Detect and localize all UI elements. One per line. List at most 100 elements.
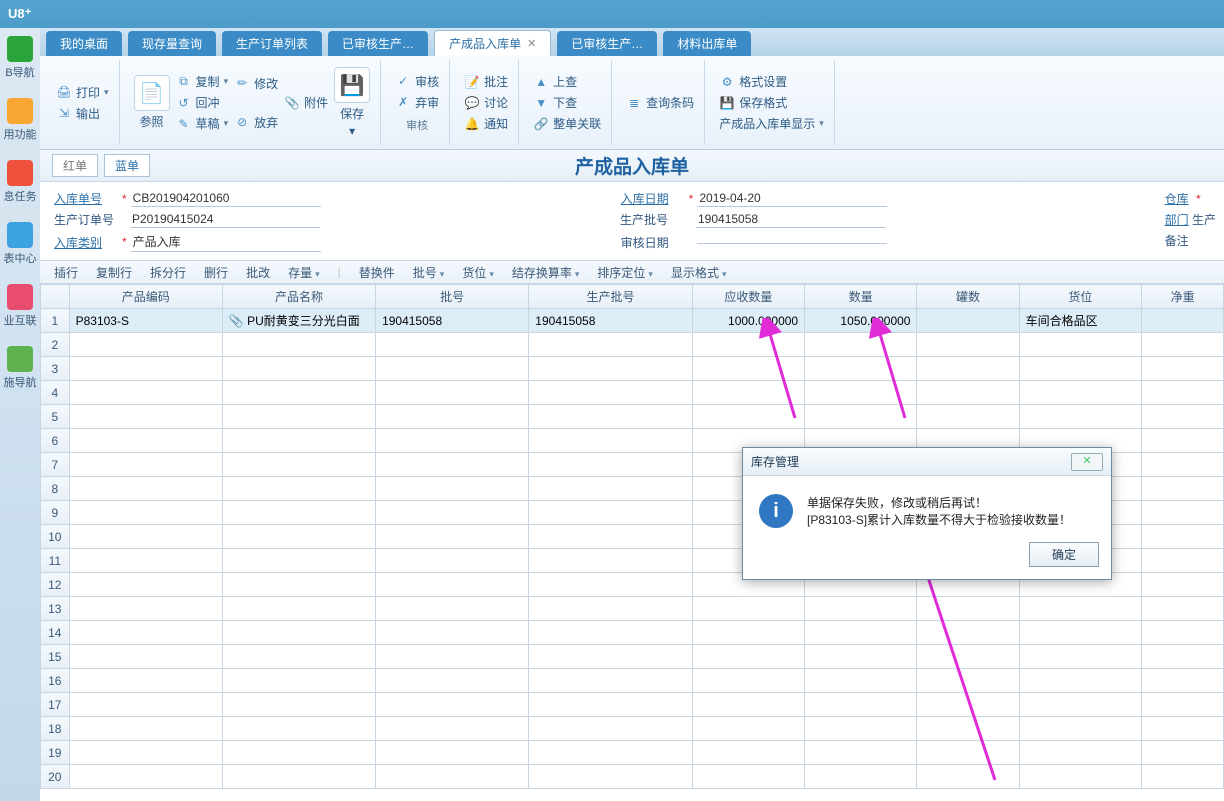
tb-replace[interactable]: 替换件 [359, 264, 395, 281]
up-icon: ▲ [533, 74, 549, 90]
col-cans[interactable]: 罐数 [917, 285, 1019, 309]
col-recv-qty[interactable]: 应收数量 [692, 285, 804, 309]
tb-copy-row[interactable]: 复制行 [96, 264, 132, 281]
save-format-button[interactable]: 💾保存格式 [719, 94, 824, 111]
tb-insert-row[interactable]: 插行 [54, 264, 78, 281]
ribbon: 🖨打印▾ ⇲输出 📄参照 ⧉复制▾ ↺回冲 ✎草稿▾ ✏修改 ⊘放弃 📎附件 [40, 56, 1224, 150]
down-icon: ▼ [533, 95, 549, 111]
mail-icon [7, 160, 33, 186]
type-label[interactable]: 入库类别 [54, 234, 118, 251]
notify-button[interactable]: 🔔通知 [464, 115, 508, 132]
tab-audited-prod-1[interactable]: 已审核生产… [328, 31, 428, 56]
draft-button[interactable]: ✎草稿▾ [176, 115, 229, 132]
subtab-red[interactable]: 红单 [52, 154, 98, 177]
tb-stock[interactable]: 存量▾ [288, 264, 320, 281]
tab-material-out[interactable]: 材料出库单 [663, 31, 751, 56]
attach-button[interactable]: 📎附件 [284, 94, 328, 111]
type-value[interactable]: 产品入库 [131, 232, 321, 252]
tab-desktop[interactable]: 我的桌面 [46, 31, 122, 56]
prev-button[interactable]: ▲上查 [533, 73, 601, 90]
dialog-ok-button[interactable]: 确定 [1029, 542, 1099, 567]
batch-audit-button[interactable]: 📝批注 [464, 73, 508, 90]
col-net[interactable]: 净重 [1142, 285, 1224, 309]
sidebar-report[interactable]: 表中心 [4, 222, 37, 266]
table-row[interactable]: 5 [41, 405, 1224, 429]
query-barcode-button[interactable]: ≣查询条码 [626, 94, 694, 111]
subtab-blue[interactable]: 蓝单 [104, 154, 150, 177]
in-no-value[interactable]: CB201904201060 [131, 190, 321, 207]
col-qty[interactable]: 数量 [805, 285, 917, 309]
date-value[interactable]: 2019-04-20 [697, 190, 887, 207]
format-set-button[interactable]: ⚙格式设置 [719, 73, 824, 90]
sidebar-fav[interactable]: 用功能 [4, 98, 37, 142]
table-row[interactable]: 16 [41, 669, 1224, 693]
tab-audited-prod-2[interactable]: 已审核生产… [557, 31, 657, 56]
tb-split-row[interactable]: 拆分行 [150, 264, 186, 281]
table-row[interactable]: 17 [41, 693, 1224, 717]
info-icon: i [759, 494, 793, 528]
sidebar-nav[interactable]: B导航 [5, 36, 34, 80]
warehouse-label[interactable]: 仓库 [1165, 192, 1189, 206]
dialog-close-button[interactable]: ✕ [1071, 453, 1103, 471]
tb-delete-row[interactable]: 删行 [204, 264, 228, 281]
output-button[interactable]: ⇲输出 [56, 105, 109, 122]
sidebar-biz[interactable]: 业互联 [4, 284, 37, 328]
discuss-button[interactable]: 💬讨论 [464, 94, 508, 111]
table-row[interactable]: 14 [41, 621, 1224, 645]
in-no-label[interactable]: 入库单号 [54, 190, 118, 207]
form-area: 入库单号*CB201904201060 入库日期*2019-04-20 生产订单… [40, 182, 1224, 260]
chat-icon: 💬 [464, 95, 480, 111]
table-row[interactable]: 13 [41, 597, 1224, 621]
whole-button[interactable]: 🔗整单关联 [533, 115, 601, 132]
reference-button[interactable]: 📄参照 [134, 75, 170, 130]
page-title: 产成品入库单 [575, 152, 689, 179]
titlebar: U8⁺ [0, 0, 1224, 28]
copy-button[interactable]: ⧉复制▾ [176, 73, 229, 90]
save-button[interactable]: 💾保存▾ [334, 67, 370, 138]
tb-lot[interactable]: 批号▾ [413, 264, 445, 281]
tab-finished-goods-in[interactable]: 产成品入库单✕ [434, 30, 551, 56]
display-set-button[interactable]: 产成品入库单显示▾ [719, 115, 824, 132]
col-code[interactable]: 产品编码 [69, 285, 222, 309]
table-row[interactable]: 1P83103-S📎 PU耐黄变三分光白面1904150581904150581… [41, 309, 1224, 333]
tab-stock-query[interactable]: 现存量查询 [128, 31, 216, 56]
unaudit-button[interactable]: ✗弃审 [395, 94, 439, 111]
tb-loc[interactable]: 货位▾ [462, 264, 494, 281]
tb-display[interactable]: 显示格式▾ [671, 264, 727, 281]
modify-button[interactable]: ✏修改 [234, 75, 278, 92]
close-icon[interactable]: ✕ [527, 37, 536, 50]
memo-label: 备注 [1165, 234, 1189, 248]
col-name[interactable]: 产品名称 [222, 285, 375, 309]
tb-rate[interactable]: 结存换算率▾ [512, 264, 580, 281]
table-row[interactable]: 15 [41, 645, 1224, 669]
dept-label[interactable]: 部门 [1165, 213, 1189, 227]
table-row[interactable]: 4 [41, 381, 1224, 405]
gear-icon: ⚙ [719, 74, 735, 90]
hedge-button[interactable]: ↺回冲 [176, 94, 229, 111]
col-prod-lot[interactable]: 生产批号 [529, 285, 692, 309]
batch-value[interactable]: 190415058 [696, 211, 886, 228]
table-row[interactable]: 3 [41, 357, 1224, 381]
print-button[interactable]: 🖨打印▾ [56, 84, 109, 101]
abandon-button[interactable]: ⊘放弃 [234, 114, 278, 131]
table-row[interactable]: 18 [41, 717, 1224, 741]
sidebar-impl[interactable]: 施导航 [4, 346, 37, 390]
tb-batch-edit[interactable]: 批改 [246, 264, 270, 281]
col-lot[interactable]: 批号 [376, 285, 529, 309]
tab-prod-order-list[interactable]: 生产订单列表 [222, 31, 322, 56]
draft-icon: ✎ [176, 116, 192, 132]
col-loc[interactable]: 货位 [1019, 285, 1142, 309]
sidebar: B导航 用功能 息任务 表中心 业互联 施导航 [0, 28, 40, 801]
audit-date-value[interactable] [697, 241, 887, 244]
save-icon: 💾 [334, 67, 370, 103]
table-row[interactable]: 2 [41, 333, 1224, 357]
table-row[interactable]: 19 [41, 741, 1224, 765]
date-label[interactable]: 入库日期 [621, 190, 685, 207]
audit-button[interactable]: ✓审核 [395, 73, 439, 90]
order-value[interactable]: P20190415024 [130, 211, 320, 228]
sidebar-tasks[interactable]: 息任务 [4, 160, 37, 204]
tb-sort[interactable]: 排序定位▾ [597, 264, 653, 281]
next-button[interactable]: ▼下查 [533, 94, 601, 111]
table-row[interactable]: 20 [41, 765, 1224, 789]
note-icon: 📝 [464, 74, 480, 90]
